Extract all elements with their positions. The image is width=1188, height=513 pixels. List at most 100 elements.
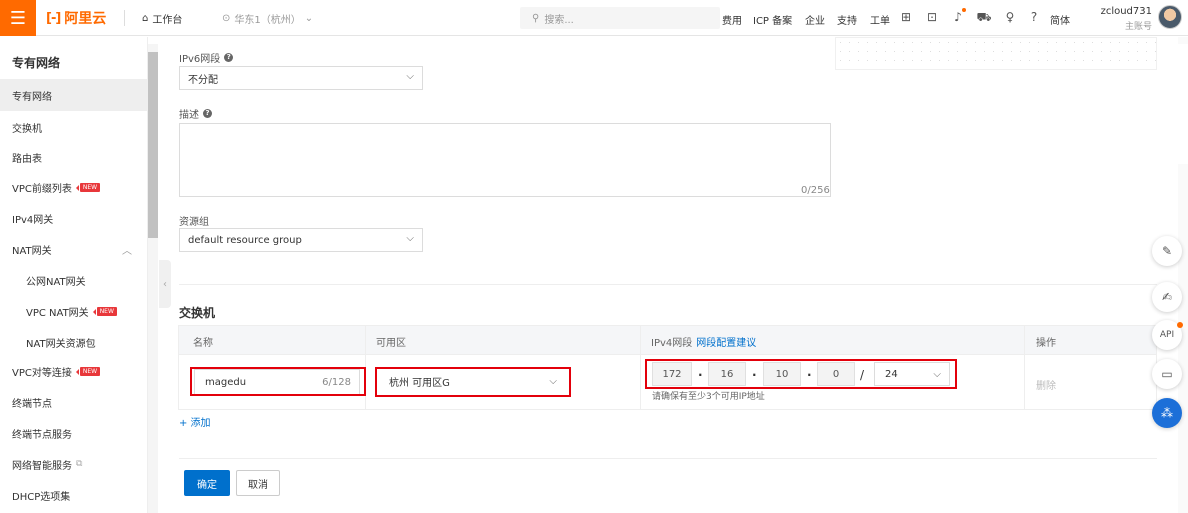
logo-mark: [-] bbox=[46, 10, 61, 26]
cart-icon[interactable]: ⛟ bbox=[976, 9, 992, 25]
chat-icon[interactable]: ▭ bbox=[1152, 359, 1182, 389]
ipv6-select[interactable]: 不分配 ⌵ bbox=[179, 66, 423, 90]
edit-icon[interactable]: ✎ bbox=[1152, 236, 1182, 266]
sidebar-item-network-intelligence[interactable]: 网络智能服务 ⧉ bbox=[0, 448, 148, 480]
sidebar-item-label: 专有网络 bbox=[12, 91, 52, 103]
sidebar-item-vpc-nat[interactable]: VPC NAT网关 NEW bbox=[0, 295, 148, 327]
sidebar-collapse-button[interactable]: ‹ bbox=[159, 260, 171, 308]
apps-icon[interactable]: ⁂ bbox=[1152, 398, 1182, 428]
description-label: 描述? bbox=[179, 106, 212, 121]
help-icon[interactable]: ? bbox=[203, 109, 212, 118]
home-icon: ⌂ bbox=[142, 13, 149, 24]
sidebar-item-endpoint[interactable]: 终端节点 bbox=[0, 386, 148, 418]
sidebar-item-vpc[interactable]: 专有网络 bbox=[0, 79, 148, 111]
account-type: 主账号 bbox=[1124, 22, 1152, 32]
sidebar-title: 专有网络 bbox=[12, 56, 61, 70]
region-label: 华东1（杭州） bbox=[234, 15, 301, 26]
resource-group-label: 资源组 bbox=[179, 213, 209, 228]
col-name: 名称 bbox=[193, 338, 213, 349]
region-selector[interactable]: ⊙ 华东1（杭州） ⌄ bbox=[222, 11, 313, 26]
nav-icp[interactable]: ICP 备案 bbox=[753, 12, 792, 27]
top-bar: ☰ [-] 阿里云 ⌂ 工作台 ⊙ 华东1（杭州） ⌄ ⚲ 搜索... 费用 I… bbox=[0, 0, 1188, 36]
help-icon[interactable]: ? bbox=[1026, 9, 1042, 25]
sidebar-item-endpoint-service[interactable]: 终端节点服务 bbox=[0, 417, 148, 449]
avatar[interactable] bbox=[1158, 5, 1182, 29]
divider bbox=[640, 325, 641, 410]
sidebar-item-label: IPv4网关 bbox=[12, 214, 54, 226]
sidebar-item-vpc-peering[interactable]: VPC对等连接 NEW bbox=[0, 355, 148, 387]
nav-support[interactable]: 支持 bbox=[837, 12, 857, 27]
resource-group-select[interactable]: default resource group ⌵ bbox=[179, 228, 423, 252]
chevron-down-icon: ⌄ bbox=[304, 13, 314, 24]
description-label-text: 描述 bbox=[179, 110, 199, 121]
chevron-left-icon: ‹ bbox=[163, 278, 167, 290]
workbench-link[interactable]: ⌂ 工作台 bbox=[142, 11, 182, 26]
aliyun-logo[interactable]: [-] 阿里云 bbox=[46, 8, 106, 28]
note-icon[interactable]: ✍ bbox=[1152, 282, 1182, 312]
resource-group-label-text: 资源组 bbox=[179, 217, 209, 228]
highlight-box-zone bbox=[375, 367, 571, 397]
add-vswitch-button[interactable]: + 添加 bbox=[179, 414, 211, 429]
sidebar-item-nat-package[interactable]: NAT网关资源包 bbox=[0, 326, 148, 358]
workbench-label: 工作台 bbox=[152, 15, 183, 26]
nav-ticket[interactable]: 工单 bbox=[870, 12, 890, 27]
chevron-down-icon: ⌵ bbox=[406, 233, 414, 244]
new-badge: NEW bbox=[92, 306, 117, 316]
user-info[interactable]: zcloud731 主账号 bbox=[1100, 6, 1152, 32]
sidebar-item-label: NAT网关 bbox=[12, 245, 52, 257]
sidebar-item-prefix-list[interactable]: VPC前缀列表 NEW bbox=[0, 171, 148, 203]
help-icon[interactable]: ? bbox=[224, 53, 234, 62]
sidebar-item-dhcp[interactable]: DHCP选项集 bbox=[0, 479, 148, 511]
resource-group-value: default resource group bbox=[188, 234, 302, 246]
sidebar-item-label: VPC前缀列表 bbox=[12, 183, 72, 195]
external-link-icon: ⧉ bbox=[76, 459, 83, 469]
logo-text: 阿里云 bbox=[64, 11, 107, 27]
description-textarea[interactable] bbox=[179, 123, 831, 197]
cancel-button[interactable]: 取消 bbox=[236, 470, 280, 496]
sidebar-scroll-thumb[interactable] bbox=[148, 52, 158, 238]
highlight-box-name bbox=[190, 367, 366, 396]
sidebar-item-label: 交换机 bbox=[12, 123, 42, 135]
sidebar-item-label: 终端节点服务 bbox=[12, 429, 72, 441]
divider bbox=[1024, 325, 1025, 410]
menu-icon[interactable]: ☰ bbox=[0, 0, 36, 36]
sidebar-item-nat-gateway[interactable]: NAT网关 ︿ bbox=[0, 233, 148, 265]
nav-enterprise[interactable]: 企业 bbox=[805, 12, 825, 27]
notification-dot bbox=[1177, 322, 1183, 328]
new-badge: NEW bbox=[75, 366, 101, 376]
sidebar-item-label: VPC NAT网关 bbox=[26, 307, 89, 319]
sidebar: 专有网络 专有网络 交换机 路由表 VPC前缀列表 NEW IPv4网关 NAT网… bbox=[0, 37, 148, 513]
api-icon-label: API bbox=[1159, 330, 1175, 340]
col-ipv4: IPv4网段 网段配置建议 bbox=[651, 334, 756, 349]
col-operation: 操作 bbox=[1036, 338, 1056, 349]
delete-link[interactable]: 删除 bbox=[1036, 377, 1056, 392]
ipv6-label: IPv6网段? bbox=[179, 50, 234, 65]
sidebar-item-ipv4-gateway[interactable]: IPv4网关 bbox=[0, 202, 148, 234]
lightbulb-icon[interactable]: ♀ bbox=[1002, 9, 1018, 25]
sidebar-item-vswitch[interactable]: 交换机 bbox=[0, 111, 148, 143]
search-placeholder: 搜索... bbox=[544, 14, 574, 26]
nav-billing[interactable]: 费用 bbox=[722, 12, 742, 27]
col-zone: 可用区 bbox=[376, 338, 406, 349]
description-counter: 0/256 bbox=[801, 185, 830, 196]
cidr-suggestion-link[interactable]: 网段配置建议 bbox=[696, 338, 756, 349]
divider bbox=[124, 10, 125, 26]
page-scroll-thumb[interactable] bbox=[1178, 44, 1188, 164]
sidebar-item-label: 终端节点 bbox=[12, 398, 52, 410]
language-switch[interactable]: 简体 bbox=[1050, 12, 1070, 27]
sidebar-item-public-nat[interactable]: 公网NAT网关 bbox=[0, 264, 148, 296]
vswitch-section-title: 交换机 bbox=[179, 306, 216, 320]
sidebar-item-label: 公网NAT网关 bbox=[26, 276, 86, 288]
sidebar-item-route-table[interactable]: 路由表 bbox=[0, 141, 148, 173]
sidebar-item-label: VPC对等连接 bbox=[12, 367, 72, 379]
confirm-button[interactable]: 确定 bbox=[184, 470, 230, 496]
sidebar-item-label: DHCP选项集 bbox=[12, 491, 71, 503]
search-input[interactable]: ⚲ 搜索... bbox=[520, 7, 720, 29]
notification-dot bbox=[962, 8, 966, 12]
robot-icon[interactable]: ⊞ bbox=[898, 9, 914, 25]
divider bbox=[179, 284, 1157, 285]
terminal-icon[interactable]: ⊡ bbox=[924, 9, 940, 25]
decorative-pattern bbox=[835, 37, 1157, 70]
divider bbox=[179, 458, 1157, 459]
username: zcloud731 bbox=[1100, 6, 1152, 17]
